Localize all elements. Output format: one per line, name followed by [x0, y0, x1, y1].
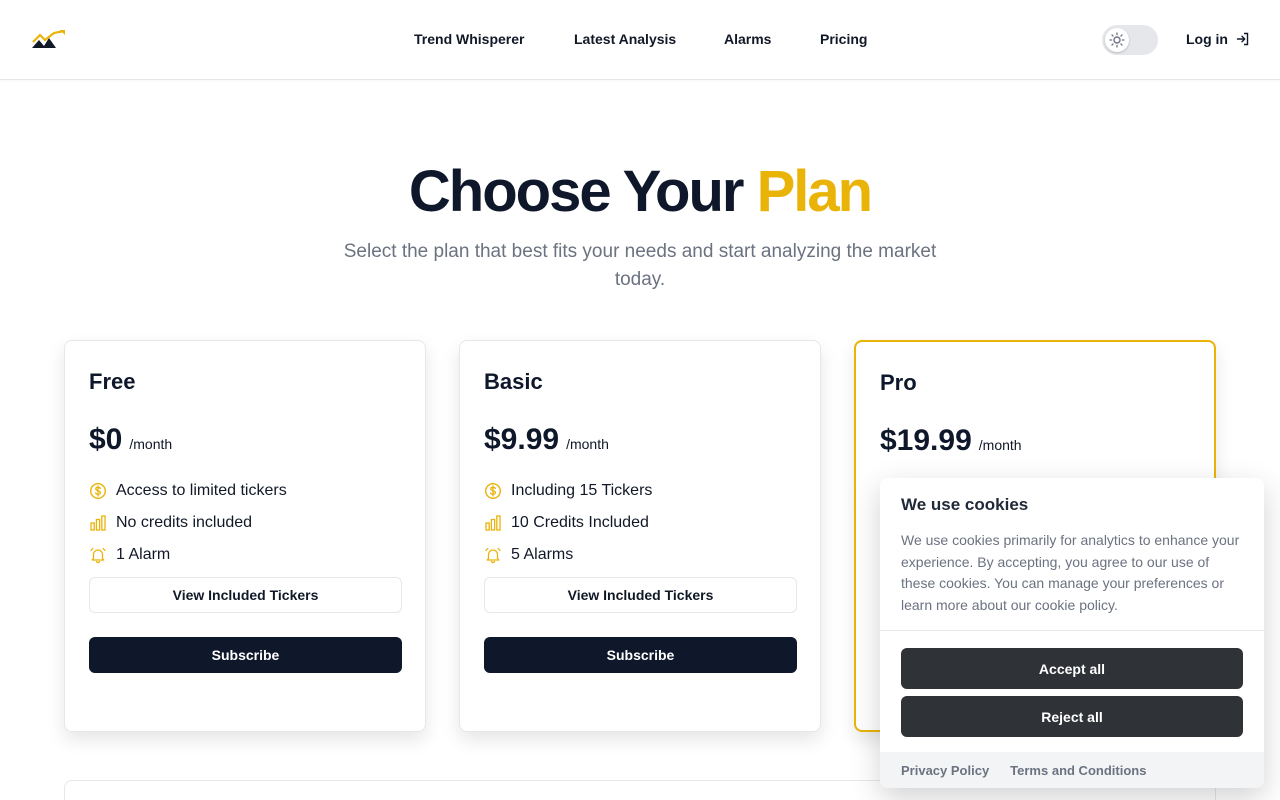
theme-toggle[interactable]: [1102, 25, 1158, 55]
feature-item: 10 Credits Included: [484, 507, 652, 539]
cookie-title: We use cookies: [901, 495, 1029, 514]
view-tickers-button[interactable]: View Included Tickers: [89, 577, 402, 613]
nav-alarms[interactable]: Alarms: [724, 31, 771, 47]
price-period: /month: [978, 437, 1022, 453]
nav-trend-whisperer[interactable]: Trend Whisperer: [414, 31, 524, 47]
title-main: Choose Your: [408, 159, 757, 224]
feature-text: Access to limited tickers: [116, 482, 287, 499]
feature-item: 1 Alarm: [89, 539, 287, 571]
site-header: Trend Whisperer Latest Analysis Alarms P…: [0, 0, 1280, 80]
feature-item: 5 Alarms: [484, 539, 652, 571]
nav-pricing[interactable]: Pricing: [820, 31, 867, 47]
feature-text: 1 Alarm: [116, 546, 171, 563]
cookie-dialog: We use cookies We use cookies primarily …: [880, 478, 1264, 788]
page-subtitle: Select the plan that best fits your need…: [343, 241, 937, 290]
plan-price: $19.99 /month: [880, 424, 1022, 458]
price-amount: $0: [89, 423, 123, 456]
plan-price: $0 /month: [89, 423, 172, 457]
dollar-icon: [484, 482, 502, 500]
feature-item: No credits included: [89, 507, 287, 539]
feature-text: 5 Alarms: [511, 546, 574, 563]
login-label: Log in: [1186, 31, 1228, 47]
privacy-policy-link[interactable]: Privacy Policy: [901, 763, 989, 778]
plan-name: Free: [89, 369, 136, 394]
cookie-footer: Privacy Policy Terms and Conditions: [880, 752, 1264, 788]
feature-item: Including 15 Tickers: [484, 475, 652, 507]
feature-text: No credits included: [116, 514, 253, 531]
dollar-icon: [89, 482, 107, 500]
price-amount: $19.99: [880, 424, 972, 457]
log-in-icon: [1236, 32, 1249, 46]
feature-item: Access to limited tickers: [89, 475, 287, 507]
subscribe-button[interactable]: Subscribe: [89, 637, 402, 673]
reject-all-button[interactable]: Reject all: [901, 696, 1243, 737]
nav-latest-analysis[interactable]: Latest Analysis: [574, 31, 676, 47]
price-period: /month: [566, 436, 609, 452]
accept-all-button[interactable]: Accept all: [901, 648, 1243, 689]
toggle-knob: [1105, 28, 1129, 52]
page-title: Choose Your Plan: [0, 158, 1280, 225]
price-amount: $9.99: [484, 423, 560, 456]
bar-chart-icon: [485, 515, 501, 531]
divider: [880, 630, 1264, 631]
feature-text: Including 15 Tickers: [511, 482, 653, 499]
main-nav: Trend Whisperer Latest Analysis Alarms P…: [0, 0, 1280, 80]
plan-card-free: Free $0 /month Access to limited tickers…: [64, 340, 426, 732]
bell-icon: [485, 547, 501, 564]
cookie-text: We use cookies primarily for analytics t…: [901, 532, 1240, 613]
view-tickers-button[interactable]: View Included Tickers: [484, 577, 797, 613]
title-accent: Plan: [756, 159, 873, 224]
plan-name: Basic: [484, 369, 543, 394]
sun-icon: [1109, 32, 1125, 48]
bar-chart-icon: [90, 515, 106, 531]
bell-icon: [90, 547, 106, 564]
feature-list: Including 15 Tickers 10 Credits Included…: [484, 475, 652, 571]
subscribe-button[interactable]: Subscribe: [484, 637, 797, 673]
login-button[interactable]: Log in: [1186, 31, 1250, 47]
terms-link[interactable]: Terms and Conditions: [1010, 763, 1146, 778]
plan-name: Pro: [880, 370, 917, 395]
feature-list: Access to limited tickers No credits inc…: [89, 475, 287, 571]
plan-card-basic: Basic $9.99 /month Including 15 Tickers …: [459, 340, 821, 732]
feature-text: 10 Credits Included: [511, 514, 649, 531]
plan-price: $9.99 /month: [484, 423, 609, 457]
price-period: /month: [129, 436, 173, 452]
